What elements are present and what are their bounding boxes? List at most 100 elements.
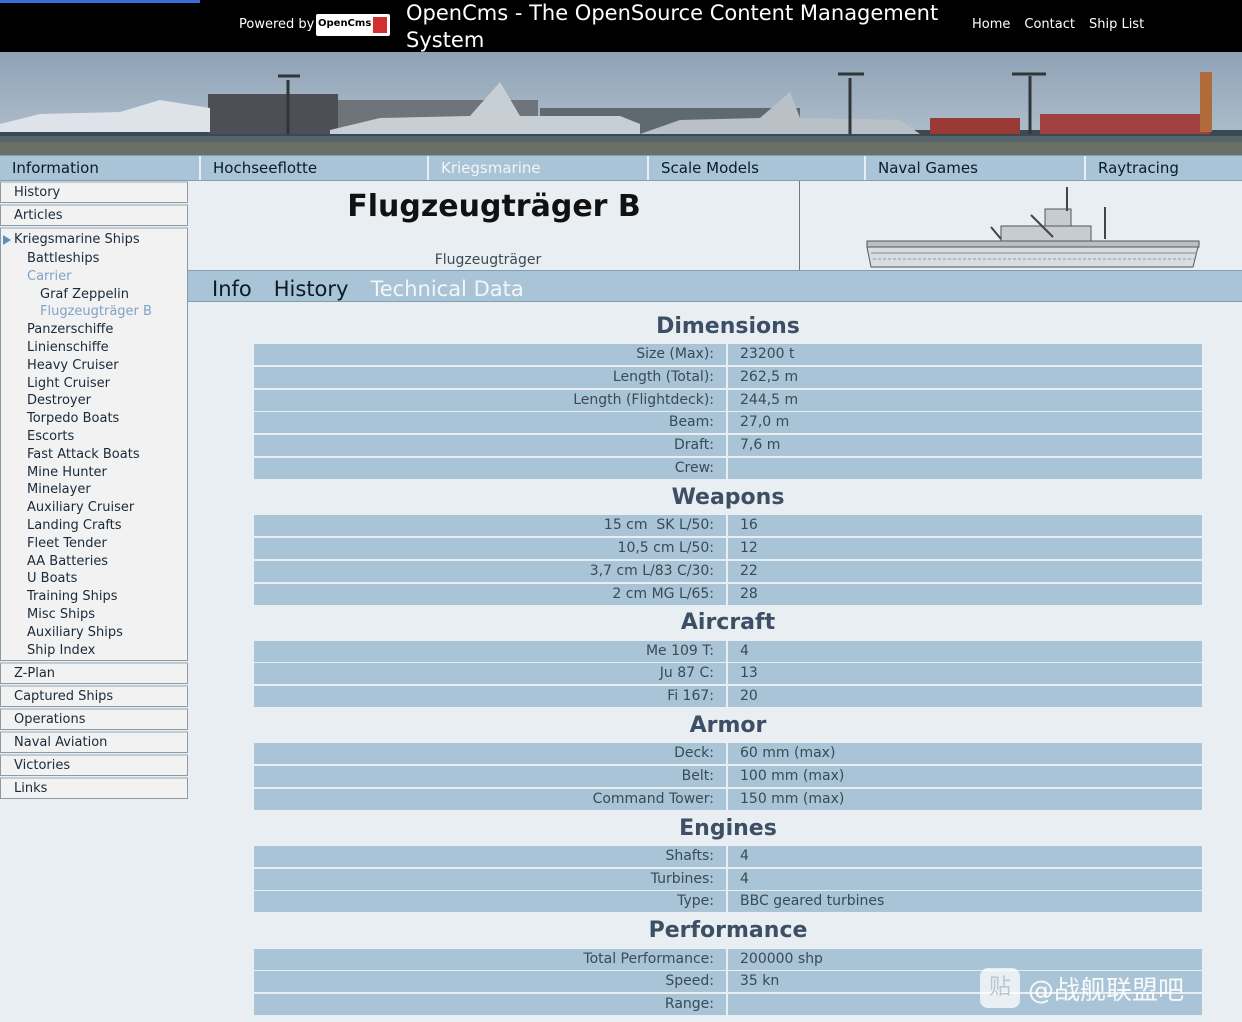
site-title: OpenCms - The OpenSource Content Managem… (406, 1, 939, 52)
nav-kriegsmarine[interactable]: Kriegsmarine (429, 156, 649, 180)
sidebar-item-u-boats[interactable]: U Boats (1, 570, 187, 588)
top-nav: Home Contact Ship List (972, 17, 1144, 32)
sidebar-item-aa-batteries[interactable]: AA Batteries (1, 553, 187, 571)
row-value: 16 (740, 517, 758, 533)
sidebar-item-destroyer[interactable]: Destroyer (1, 392, 187, 410)
row-value: 28 (740, 586, 758, 602)
row-divider (726, 458, 728, 479)
contact-link[interactable]: Contact (1024, 17, 1075, 32)
row-key: 10,5 cm L/50: (617, 540, 714, 556)
main-nav: Information Hochseeflotte Kriegsmarine S… (0, 155, 1242, 181)
table-row: Size (Max): 23200 t (254, 344, 1202, 365)
logo-text: OpenCms (318, 18, 372, 29)
row-divider (726, 891, 728, 912)
row-divider (726, 344, 728, 365)
row-key: Command Tower: (592, 791, 714, 807)
sidebar-item-captured-ships[interactable]: Captured Ships (0, 685, 188, 708)
nav-scale-models[interactable]: Scale Models (649, 156, 866, 180)
row-key: Me 109 T: (645, 643, 714, 659)
sidebar-item-victories[interactable]: Victories (0, 754, 188, 777)
row-value: 35 kn (740, 973, 780, 989)
sidebar-item-auxiliary-ships[interactable]: Auxiliary Ships (1, 624, 187, 642)
row-key: 2 cm MG L/65: (612, 586, 714, 602)
sidebar-item-panzerschiffe[interactable]: Panzerschiffe (1, 321, 187, 339)
sidebar-item-battleships[interactable]: Battleships (1, 250, 187, 268)
row-divider (726, 686, 728, 707)
sidebar-item-escorts[interactable]: Escorts (1, 428, 187, 446)
home-link[interactable]: Home (972, 17, 1010, 32)
row-key: Shafts: (665, 848, 714, 864)
sidebar-item-naval-aviation[interactable]: Naval Aviation (0, 731, 188, 754)
nav-information[interactable]: Information (0, 156, 201, 180)
row-key: Fi 167: (667, 688, 714, 704)
tab-history[interactable]: History (263, 271, 360, 303)
sidebar-item-fast-attack-boats[interactable]: Fast Attack Boats (1, 446, 187, 464)
row-key: Size (Max): (636, 346, 714, 362)
sidebar-item-landing-crafts[interactable]: Landing Crafts (1, 517, 187, 535)
ship-profile-image (801, 181, 1242, 270)
table-row: Deck: 60 mm (max) (254, 743, 1202, 764)
sidebar-item-z-plan[interactable]: Z-Plan (0, 662, 188, 685)
sidebar-item-misc-ships[interactable]: Misc Ships (1, 606, 187, 624)
row-divider (726, 869, 728, 890)
row-key: 3,7 cm L/83 C/30: (589, 563, 714, 579)
nav-raytracing[interactable]: Raytracing (1086, 156, 1242, 180)
sidebar: History Articles Kriegsmarine Ships Batt… (0, 181, 188, 800)
row-key: Range: (664, 996, 714, 1012)
sidebar-item-linienschiffe[interactable]: Linienschiffe (1, 339, 187, 357)
sidebar-item-mine-hunter[interactable]: Mine Hunter (1, 464, 187, 482)
sidebar-item-ship-index[interactable]: Ship Index (1, 642, 187, 660)
sidebar-item-flugzeugtraeger-b[interactable]: Flugzeugträger B (1, 303, 187, 321)
section-title-weapons: Weapons (671, 485, 785, 510)
table-row: Length (Total): 262,5 m (254, 367, 1202, 388)
row-divider (726, 949, 728, 970)
sidebar-item-kriegsmarine-ships[interactable]: Kriegsmarine Ships (1, 229, 187, 250)
nav-hochseeflotte[interactable]: Hochseeflotte (201, 156, 429, 180)
sidebar-item-light-cruiser[interactable]: Light Cruiser (1, 375, 187, 393)
section-title-dimensions: Dimensions (656, 314, 800, 339)
sidebar-item-training-ships[interactable]: Training Ships (1, 588, 187, 606)
sidebar-item-torpedo-boats[interactable]: Torpedo Boats (1, 410, 187, 428)
sidebar-item-articles[interactable]: Articles (0, 204, 188, 226)
top-bar: Powered by OpenCms OpenCms - The OpenSou… (0, 0, 1242, 52)
row-divider (726, 663, 728, 684)
row-value: 244,5 m (740, 392, 799, 408)
row-divider (726, 515, 728, 536)
row-divider (726, 435, 728, 456)
sidebar-item-graf-zeppelin[interactable]: Graf Zeppelin (1, 286, 187, 304)
row-key: Total Performance: (583, 951, 714, 967)
table-row: Type: BBC geared turbines (254, 891, 1202, 912)
row-key: 15 cm SK L/50: (603, 517, 714, 533)
section-title-engines: Engines (679, 816, 777, 841)
table-row: 2 cm MG L/65: 28 (254, 584, 1202, 605)
row-key: Beam: (668, 414, 714, 430)
row-divider (726, 584, 728, 605)
row-value: 150 mm (max) (740, 791, 845, 807)
row-key: Deck: (674, 745, 714, 761)
row-key: Ju 87 C: (659, 665, 714, 681)
nav-naval-games[interactable]: Naval Games (866, 156, 1086, 180)
content-tabs: Info History Technical Data (188, 270, 1242, 302)
sidebar-item-operations[interactable]: Operations (0, 708, 188, 731)
row-key: Length (Flightdeck): (573, 392, 714, 408)
table-row: Shafts: 4 (254, 846, 1202, 867)
row-value: 13 (740, 665, 758, 681)
sidebar-item-carrier[interactable]: Carrier (1, 268, 187, 286)
row-key: Turbines: (650, 871, 714, 887)
sidebar-item-minelayer[interactable]: Minelayer (1, 481, 187, 499)
sidebar-item-auxiliary-cruiser[interactable]: Auxiliary Cruiser (1, 499, 187, 517)
row-value: 20 (740, 688, 758, 704)
section-title-performance: Performance (648, 918, 808, 943)
sidebar-item-fleet-tender[interactable]: Fleet Tender (1, 535, 187, 553)
table-row: Turbines: 4 (254, 869, 1202, 890)
sidebar-item-links[interactable]: Links (0, 777, 188, 800)
row-divider (726, 538, 728, 559)
opencms-logo[interactable]: OpenCms (316, 14, 390, 36)
ship-list-link[interactable]: Ship List (1089, 17, 1144, 32)
sidebar-item-heavy-cruiser[interactable]: Heavy Cruiser (1, 357, 187, 375)
sidebar-item-history[interactable]: History (0, 181, 188, 203)
table-row: Crew: (254, 458, 1202, 479)
tab-info[interactable]: Info (188, 271, 263, 303)
tab-technical-data[interactable]: Technical Data (359, 271, 534, 303)
table-row: 10,5 cm L/50: 12 (254, 538, 1202, 559)
